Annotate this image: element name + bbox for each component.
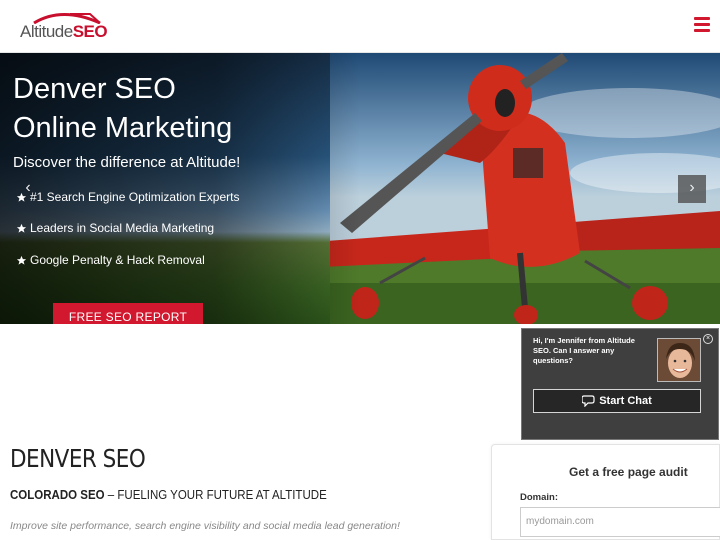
chat-greeting: Hi, I'm Jennifer from Altitude SEO. Can … [533, 336, 635, 365]
hero-title-line1: Denver SEO [13, 73, 176, 105]
audit-title: Get a free page audit [569, 465, 688, 479]
hero-slider: Denver SEO Online Marketing Discover the… [0, 53, 720, 324]
chat-bubble-icon [582, 395, 595, 408]
domain-input[interactable]: mydomain.com [520, 507, 720, 537]
page-heading: DENVER SEO [10, 444, 146, 473]
hero-subtitle: Discover the difference at Altitude! [13, 154, 241, 171]
site-header: AltitudeSEO [0, 0, 720, 53]
chevron-right-icon[interactable]: › [678, 175, 706, 203]
altitude-seo-logo[interactable]: AltitudeSEO [20, 10, 110, 42]
hero-bullet: #1 Search Engine Optimization Experts [16, 190, 239, 204]
hero-bullet-text: Leaders in Social Media Marketing [30, 221, 215, 235]
hero-bullet-text: Google Penalty & Hack Removal [30, 253, 205, 267]
hamburger-icon[interactable] [694, 17, 710, 33]
tagline-bold: COLORADO SEO [10, 488, 105, 502]
avatar-image [658, 339, 700, 381]
airplane-image [330, 53, 720, 324]
hero-title-line2: Online Marketing [13, 112, 233, 144]
logo-prefix: Altitude [20, 22, 73, 41]
intro-text: Improve site performance, search engine … [10, 520, 400, 532]
start-chat-button[interactable]: Start Chat [533, 389, 701, 413]
agent-avatar [657, 338, 701, 382]
star-icon [16, 223, 27, 233]
hero-bullet-text: #1 Search Engine Optimization Experts [30, 190, 240, 204]
logo-text: AltitudeSEO [20, 22, 108, 42]
free-audit-form: Get a free page audit Domain: mydomain.c… [491, 444, 720, 540]
close-icon[interactable]: × [703, 334, 713, 344]
logo-suffix: SEO [72, 22, 108, 41]
tagline-rest: – FUELING YOUR FUTURE AT ALTITUDE [104, 488, 327, 502]
chat-widget: × Hi, I'm Jennifer from Altitude SEO. Ca… [521, 328, 719, 440]
start-chat-label: Start Chat [599, 395, 652, 407]
star-icon [16, 255, 27, 265]
hero-bullet: Leaders in Social Media Marketing [16, 221, 214, 235]
chevron-left-icon[interactable]: ‹ [14, 175, 42, 203]
free-seo-report-button[interactable]: FREE SEO REPORT [53, 303, 203, 324]
domain-label: Domain: [520, 492, 558, 503]
hero-bullet: Google Penalty & Hack Removal [16, 253, 205, 267]
tagline: COLORADO SEO – FUELING YOUR FUTURE AT AL… [10, 488, 327, 502]
